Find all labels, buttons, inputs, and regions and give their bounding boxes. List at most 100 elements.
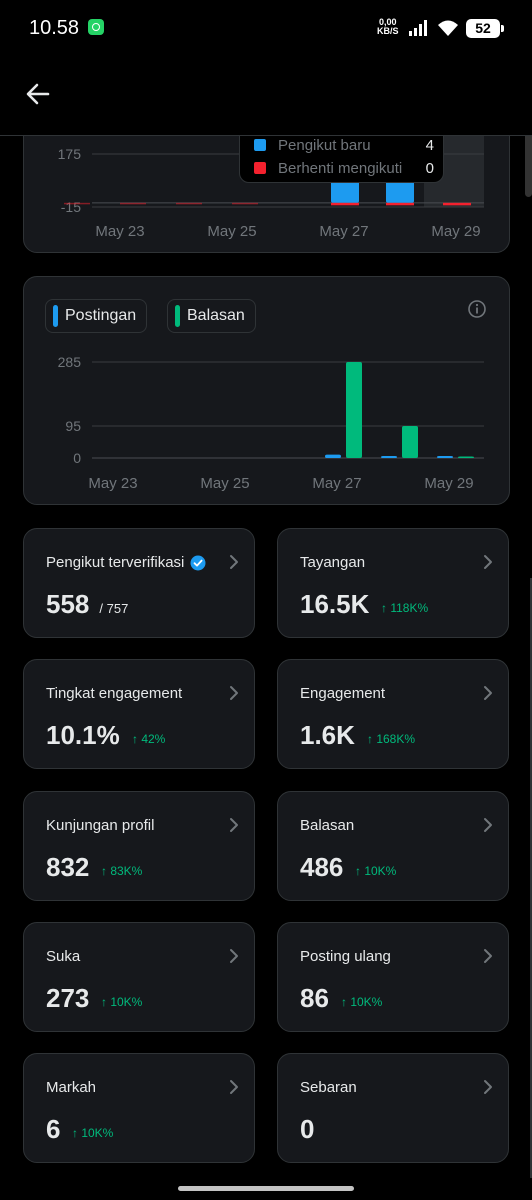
y-tick-label: -15 [61,199,81,215]
x-tick-label: May 29 [431,223,480,240]
metric-change: ↑ 10K% [341,995,383,1009]
x-tick-label: May 23 [88,475,137,492]
bar-unfollows [331,202,359,206]
y-tick-label: 0 [73,450,81,466]
y-tick-label: 175 [58,146,82,162]
tooltip-label: Berhenti mengikuti [278,160,403,177]
metric-title-row: Tingkat engagement [46,685,182,702]
x-tick-label: May 25 [207,223,256,240]
bar-unfollows [64,202,90,205]
metric-card[interactable]: Pengikut terverifikasi 558 / 757 [23,528,255,638]
metric-title: Tayangan [300,554,366,571]
metric-title-row: Pengikut terverifikasi [46,554,206,571]
chevron-right-icon [484,1080,492,1094]
metric-change: ↑ 42% [132,732,166,746]
bar-new-followers [331,180,359,203]
bar-unfollows [120,202,146,205]
metric-card[interactable]: Tayangan 16.5K ↑ 118K% [277,528,509,638]
metric-value: 10.1% [46,720,120,750]
metric-value: 558 [46,589,90,619]
x-tick-label: May 23 [95,223,144,240]
metric-title: Posting ulang [300,948,391,965]
arrow-left-icon[interactable] [22,78,54,110]
metric-value: 486 [300,852,344,882]
bar-unfollows [176,202,202,205]
metric-title: Engagement [300,685,386,702]
battery-icon: 52 [466,19,504,38]
metric-card[interactable]: Markah 6 ↑ 10K% [23,1053,255,1163]
metric-total: / 757 [99,601,129,616]
bar-unfollows [386,202,414,206]
metric-card[interactable]: Tingkat engagement 10.1% ↑ 42% [23,659,255,769]
metric-card[interactable]: Kunjungan profil 832 ↑ 83K% [23,791,255,901]
metric-value: 0 [300,1114,315,1144]
posts-chart: 285 95 0 May 23 May 25 May 27 May 29 [58,354,484,492]
metric-card[interactable]: Sebaran 0 [277,1053,509,1163]
whatsapp-icon [88,19,104,35]
bar-replies [402,426,418,458]
metric-value-row: 0 [300,1114,314,1145]
metric-value-row: 16.5K [300,589,369,620]
metric-value-row: 273 [46,983,89,1014]
app-header [0,58,532,136]
metric-title-row: Markah [46,1079,96,1096]
chevron-right-icon [230,686,238,700]
x-tick-label: May 27 [319,223,368,240]
metric-value: 6 [46,1114,61,1144]
chevron-right-icon [484,686,492,700]
metric-title-row: Posting ulang [300,948,391,965]
bar-new-followers [386,180,414,203]
y-tick-label: 95 [65,418,81,434]
metric-value-row: 558 / 757 [46,589,128,620]
bar-replies [458,456,474,458]
metric-card[interactable]: Balasan 486 ↑ 10K% [277,791,509,901]
metric-value: 86 [300,983,329,1013]
chevron-right-icon [230,555,238,569]
metric-title: Balasan [300,817,355,834]
tooltip-value: 4 [425,137,434,154]
metric-title: Kunjungan profil [46,817,155,834]
metric-title: Pengikut terverifikasi [46,554,185,571]
wifi-icon [438,20,458,36]
metric-card[interactable]: Engagement 1.6K ↑ 168K% [277,659,509,769]
metric-value-row: 832 [46,852,89,883]
x-tick-label: May 25 [200,475,249,492]
metric-value: 832 [46,852,90,882]
chevron-right-icon [230,949,238,963]
chevron-right-icon [230,818,238,832]
metric-value-row: 6 [46,1114,60,1145]
metric-title: Markah [46,1079,97,1096]
legend-swatch-unfollows [254,162,266,174]
chevron-right-icon [230,1080,238,1094]
metric-value: 16.5K [300,589,370,619]
metric-value-row: 10.1% [46,720,120,751]
metric-title: Suka [46,948,81,965]
posts-chart-card: Postingan Balasan 285 95 0 May 23 May 25 May … [23,276,510,505]
chevron-right-icon [484,555,492,569]
metric-change: ↑ 10K% [355,864,397,878]
verified-badge-icon [190,555,206,570]
metric-value-row: 1.6K [300,720,355,751]
metric-card[interactable]: Posting ulang 86 ↑ 10K% [277,922,509,1032]
bar-unfollows [443,202,471,206]
metric-title-row: Kunjungan profil [46,817,154,834]
y-tick-label: 285 [58,354,82,370]
chevron-right-icon [484,949,492,963]
metric-change: ↑ 10K% [72,1126,114,1140]
tooltip-row-unfollows: Berhenti mengikuti 0 [254,160,434,178]
status-bar: 10.58 0,00 KB/S 52 [0,0,532,58]
metric-change: ↑ 168K% [367,732,416,746]
metric-card[interactable]: Suka 273 ↑ 10K% [23,922,255,1032]
metric-title-row: Engagement [300,685,385,702]
bar-posts [325,454,341,458]
bar-posts [381,455,397,458]
home-indicator[interactable] [178,1186,354,1191]
bar-unfollows [232,202,258,205]
bar-replies [346,362,362,458]
chevron-right-icon [484,818,492,832]
metric-title-row: Sebaran [300,1079,357,1096]
x-tick-label: May 29 [424,475,473,492]
status-time: 10.58 [29,17,80,39]
metric-value-row: 486 [300,852,343,883]
network-speed: 0,00 KB/S [377,18,399,36]
